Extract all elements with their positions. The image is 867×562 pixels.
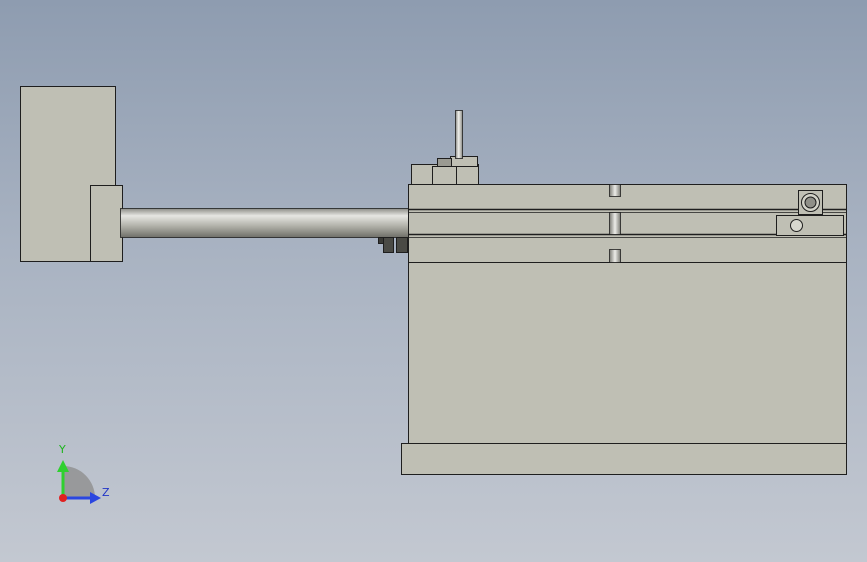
fitting-2	[383, 237, 394, 253]
guide-pin-middle	[609, 212, 621, 235]
z-axis-arrow	[90, 492, 101, 504]
y-axis-label: Y	[59, 443, 66, 456]
y-axis-arrow	[57, 460, 69, 472]
roller-bearing-inner	[804, 196, 817, 209]
pivot-hole	[790, 219, 803, 232]
model-view[interactable]	[0, 0, 867, 562]
top-bracket-lug	[432, 166, 457, 185]
guide-pin-bottom	[609, 249, 621, 263]
clamp-block	[450, 156, 478, 167]
roller-mount	[776, 215, 844, 236]
fitting-3	[396, 237, 408, 253]
z-axis-label: Z	[102, 486, 110, 499]
guide-pin-top	[609, 184, 621, 197]
cad-viewport[interactable]: Y Z	[0, 0, 867, 562]
motor-flange	[90, 185, 123, 262]
coordinate-triad	[57, 460, 101, 504]
vertical-post	[455, 110, 463, 159]
x-axis-origin	[59, 494, 67, 502]
bracket-nut	[437, 158, 452, 167]
base-plate	[401, 443, 847, 475]
cylinder-rod	[120, 208, 411, 238]
